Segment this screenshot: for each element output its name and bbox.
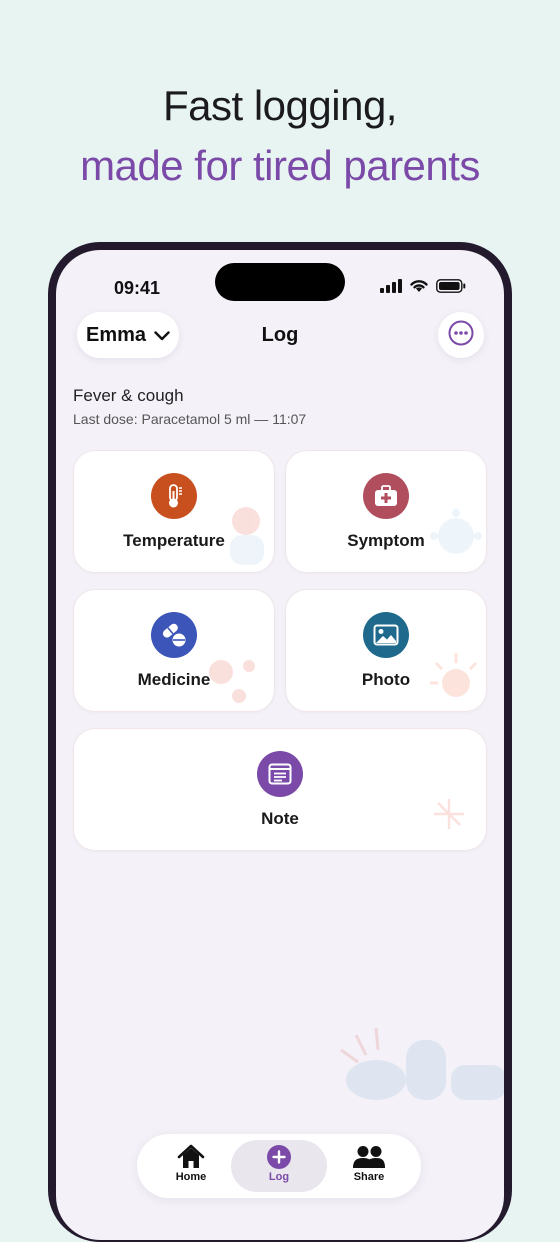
first-aid-kit-icon [363, 473, 409, 519]
medicine-card[interactable]: Medicine [73, 589, 275, 712]
temperature-label: Temperature [123, 531, 225, 550]
last-dose: Last dose: Paracetamol 5 ml — 11:07 [73, 411, 307, 427]
thermometer-icon [151, 473, 197, 519]
nav-log-label: Log [268, 1171, 290, 1183]
status-time: 09:41 [114, 278, 161, 298]
signal-icon [380, 278, 402, 298]
note-label: Note [261, 809, 299, 828]
nav-home-label: Home [175, 1171, 207, 1183]
pills-icon [151, 612, 197, 658]
nav-log[interactable]: Log [231, 1140, 327, 1192]
status-icons [380, 278, 466, 298]
photo-label: Photo [361, 670, 411, 689]
symptom-label: Symptom [347, 531, 425, 550]
people-icon [321, 1144, 417, 1170]
note-icon [257, 751, 303, 797]
headline-line-2: made for tired parents [80, 142, 480, 189]
nav-share-label: Share [353, 1171, 385, 1183]
dynamic-island [215, 263, 345, 301]
nav-home[interactable]: Home [143, 1140, 239, 1192]
bottom-nav: Home Log Share [137, 1134, 421, 1198]
page-title: Log [261, 324, 299, 346]
wifi-icon [409, 278, 429, 298]
symptom-card[interactable]: Symptom [285, 450, 487, 573]
temperature-card[interactable]: Temperature [73, 450, 275, 573]
phone-frame: 09:41 Emma Log Fever & cough Last dose: … [48, 242, 512, 1242]
add-circle-icon [231, 1144, 327, 1170]
home-icon [143, 1144, 239, 1170]
phone-screen: 09:41 Emma Log Fever & cough Last dose: … [56, 250, 504, 1240]
episode-name: Fever & cough [73, 386, 184, 405]
more-options-button[interactable] [438, 312, 484, 358]
nav-share[interactable]: Share [321, 1140, 417, 1192]
note-card[interactable]: Note [73, 728, 487, 851]
photo-card[interactable]: Photo [285, 589, 487, 712]
battery-icon [436, 278, 466, 298]
image-icon [363, 612, 409, 658]
medicine-label: Medicine [137, 670, 211, 689]
headline-line-1: Fast logging, [163, 82, 397, 129]
background-illustration [340, 1027, 504, 1100]
more-icon [448, 320, 474, 351]
